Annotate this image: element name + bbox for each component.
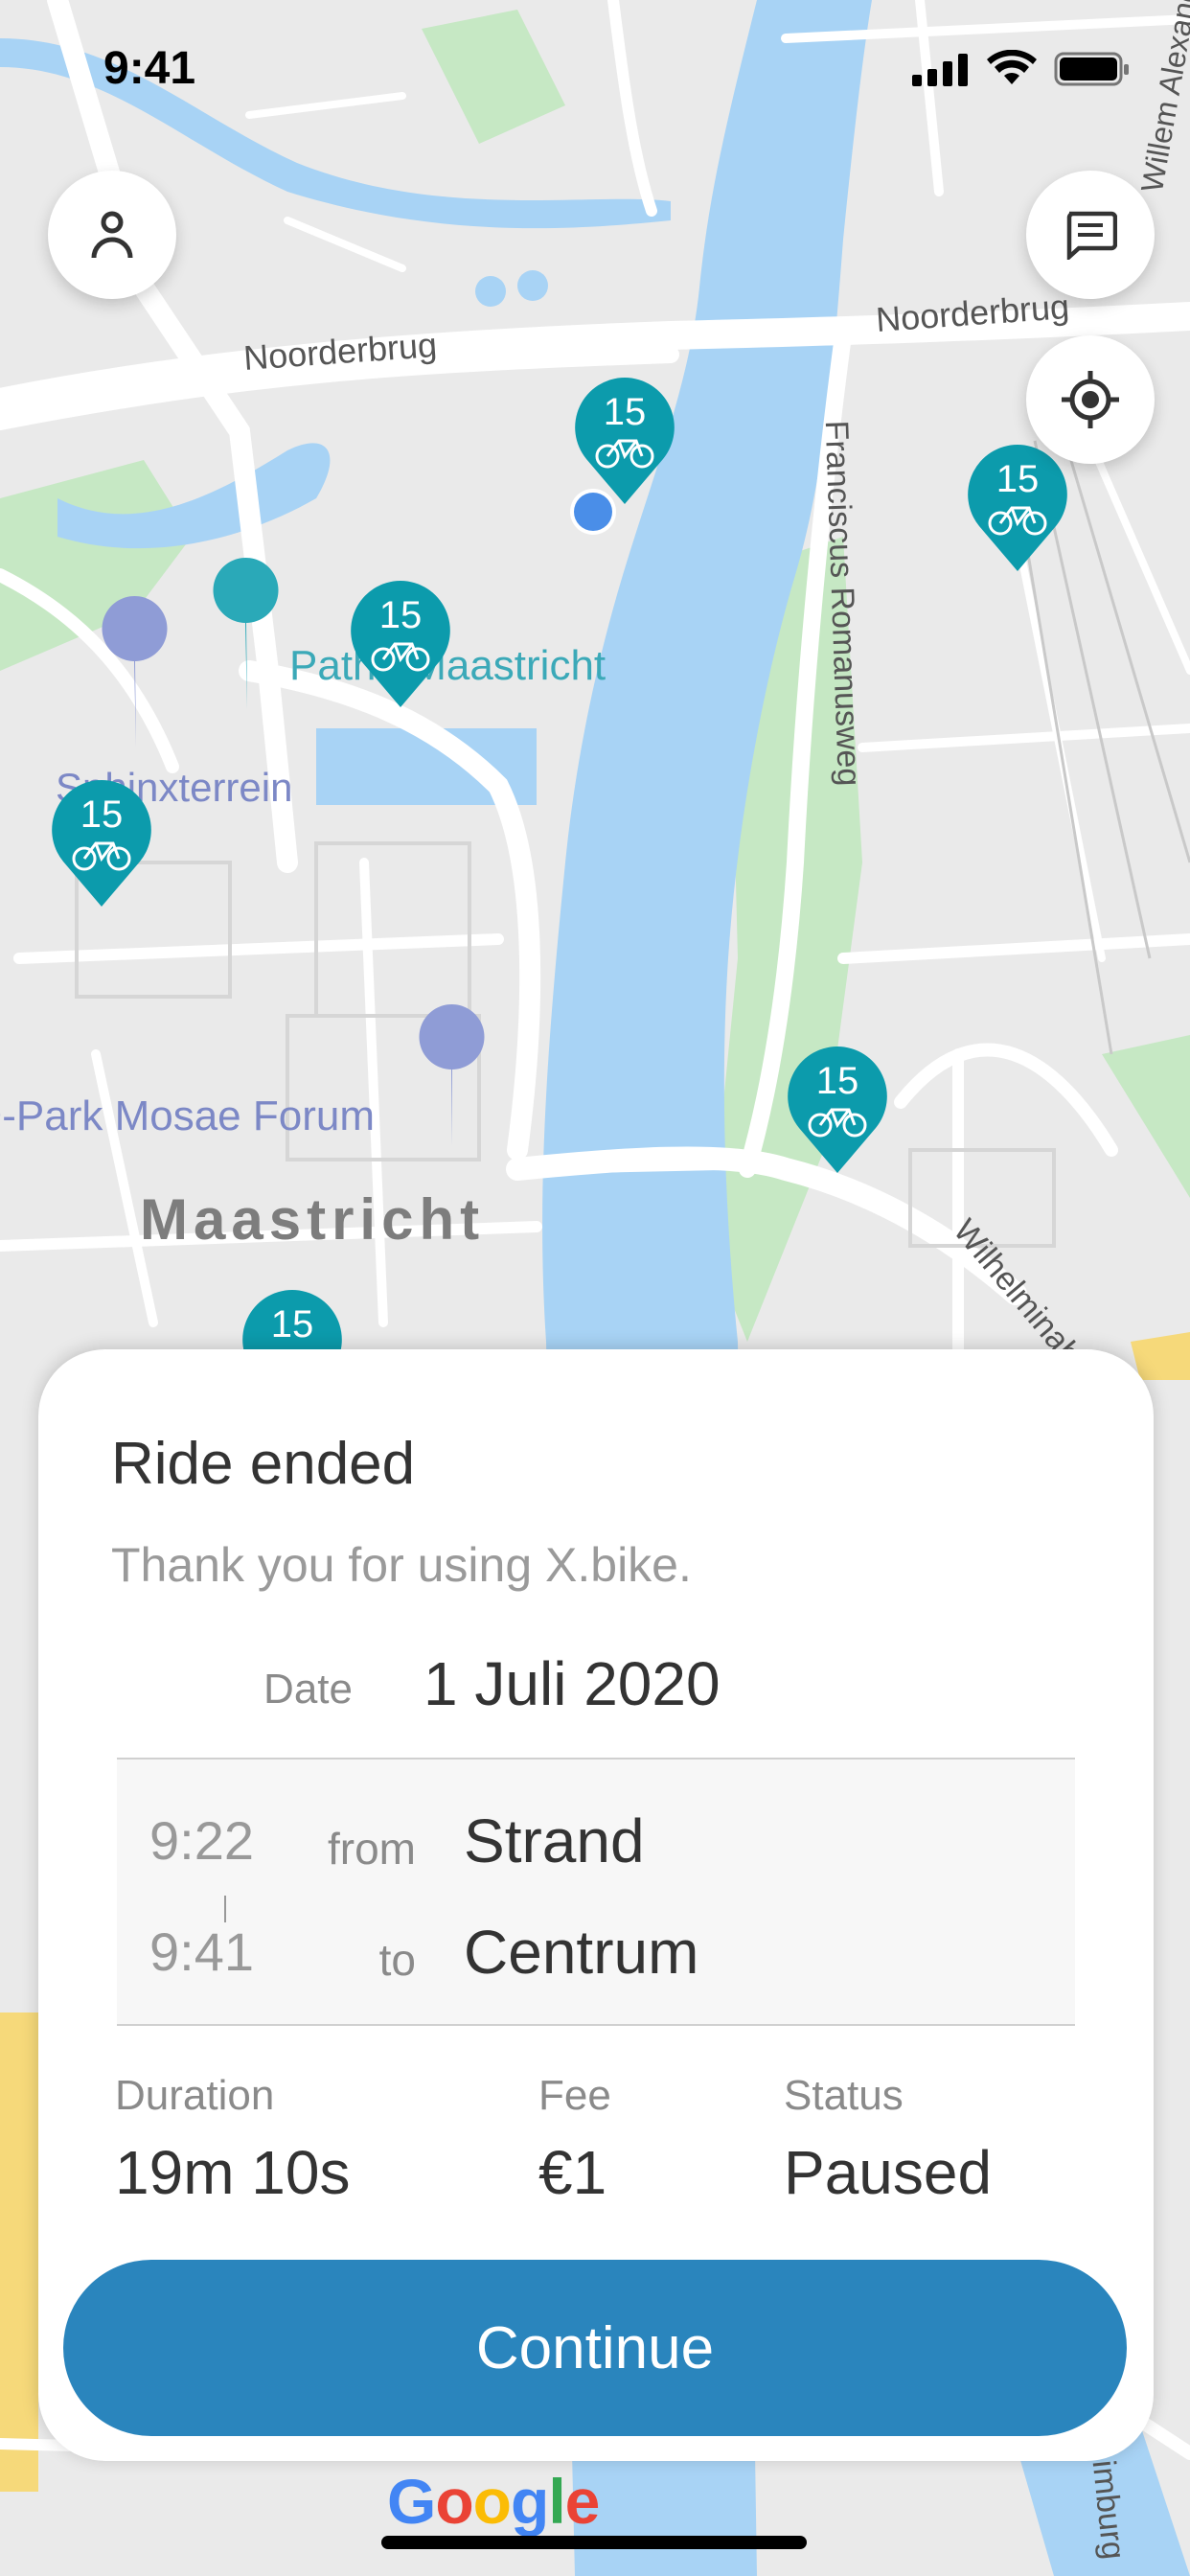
bike-count: 15 [603, 391, 647, 433]
battery-icon [1054, 52, 1129, 86]
status-icons [912, 50, 1129, 86]
route-box: 9:22 from Strand 9:41 to Centrum [117, 1758, 1075, 2026]
fee-label: Fee [538, 2072, 611, 2119]
to-label: to [378, 1935, 416, 1985]
map-label-city: Maastricht [140, 1187, 486, 1252]
bike-count: 15 [270, 1303, 314, 1346]
start-time: 9:22 [149, 1810, 254, 1871]
map-label-qpark: Q-Park Mosae Forum [0, 1092, 375, 1139]
sheet-subtitle: Thank you for using X.bike. [111, 1538, 692, 1592]
person-icon [91, 211, 133, 259]
date-value: 1 Juli 2020 [423, 1649, 721, 1718]
crosshair-icon [1062, 371, 1119, 428]
bike-count: 15 [378, 594, 423, 636]
status-value: Paused [784, 2138, 993, 2207]
signal-icon [912, 54, 968, 86]
duration-value: 19m 10s [115, 2138, 351, 2207]
google-logo-text: Google [387, 2466, 600, 2537]
ride-summary-sheet: Ride ended Thank you for using X.bike. D… [38, 1349, 1154, 2461]
continue-button[interactable]: Continue [63, 2260, 1127, 2436]
sheet-title: Ride ended [111, 1431, 416, 1497]
bike-count: 15 [80, 794, 124, 836]
profile-button[interactable] [48, 171, 176, 299]
bike-station-pin[interactable]: 15 [48, 776, 155, 912]
route-connector [224, 1896, 226, 1922]
duration-label: Duration [115, 2072, 275, 2119]
wifi-icon [987, 50, 1037, 84]
bike-station-pin[interactable]: 15 [347, 577, 454, 713]
bike-count: 15 [815, 1060, 859, 1102]
google-logo: Google [387, 2465, 600, 2538]
to-place: Centrum [464, 1918, 699, 1987]
bike-station-pin[interactable]: 15 [784, 1043, 891, 1179]
chat-icon [1066, 211, 1117, 260]
locate-me-button[interactable] [1026, 335, 1155, 464]
bike-count: 15 [995, 458, 1040, 500]
status-time: 9:41 [103, 43, 196, 94]
home-indicator[interactable] [381, 2536, 807, 2549]
status-bar: 9:41 [0, 0, 1190, 144]
bike-station-pin[interactable]: 15 [964, 441, 1071, 577]
from-label: from [328, 1824, 416, 1874]
bike-station-pin[interactable]: 15 [571, 374, 678, 510]
from-place: Strand [464, 1806, 645, 1875]
end-time: 9:41 [149, 1921, 254, 1982]
fee-value: €1 [538, 2138, 607, 2207]
date-label: Date [263, 1666, 353, 1713]
status-label: Status [784, 2072, 904, 2119]
messages-button[interactable] [1026, 171, 1155, 299]
